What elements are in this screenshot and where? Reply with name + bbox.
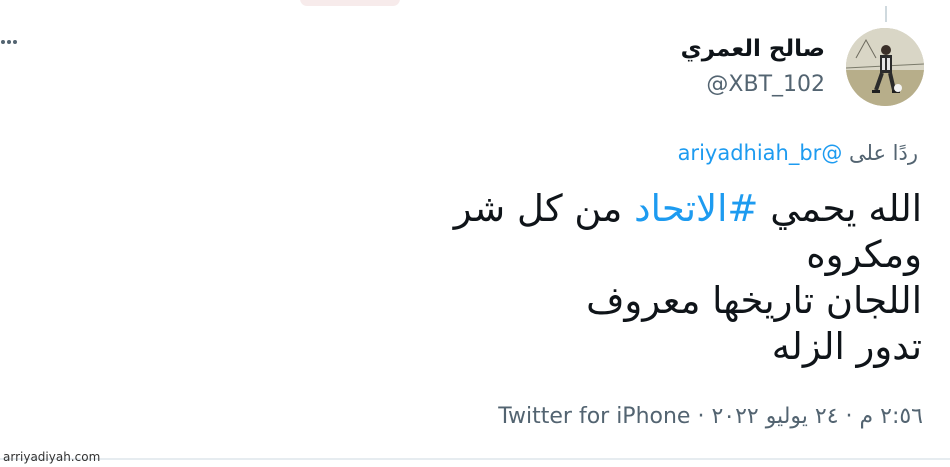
author-handle[interactable]: @XBT_102 [706,72,825,97]
reply-prefix: ردًا على [849,141,918,165]
avatar[interactable] [846,28,924,106]
replying-to: ردًا على @ariyadhiah_br [678,141,918,165]
tweet-line-1-end: من كل شر [453,187,623,230]
tweet-line-2: ومكروه [806,233,922,276]
bottom-divider [0,458,950,460]
more-options-icon[interactable] [0,34,18,46]
tweet-meta: ٢:٥٦ م · ٢٤ يوليو ٢٠٢٢ · Twitter for iPh… [498,404,923,429]
tweet-source[interactable]: Twitter for iPhone [498,404,690,429]
tweet-text: الله يحمي #الاتحاد من كل شر ومكروه اللجا… [362,186,922,370]
hashtag-link[interactable]: #الاتحاد [634,187,758,230]
site-watermark: arriyadiyah.com [3,450,101,464]
author-display-name[interactable]: صالح العمري [681,36,825,62]
tweet-line-1-start: الله يحمي [770,187,922,230]
reply-mention-link[interactable]: @ariyadhiah_br [678,141,843,165]
thread-connector-line [885,6,887,22]
clipped-element-top [300,0,400,6]
tweet-timestamp[interactable]: ٢:٥٦ م · ٢٤ يوليو ٢٠٢٢ · [690,404,923,429]
tweet-line-1: الله يحمي #الاتحاد من كل شر [362,186,922,232]
tweet-line-4: تدور الزله [771,325,922,368]
tweet-line-3: اللجان تاريخها معروف [586,279,922,322]
